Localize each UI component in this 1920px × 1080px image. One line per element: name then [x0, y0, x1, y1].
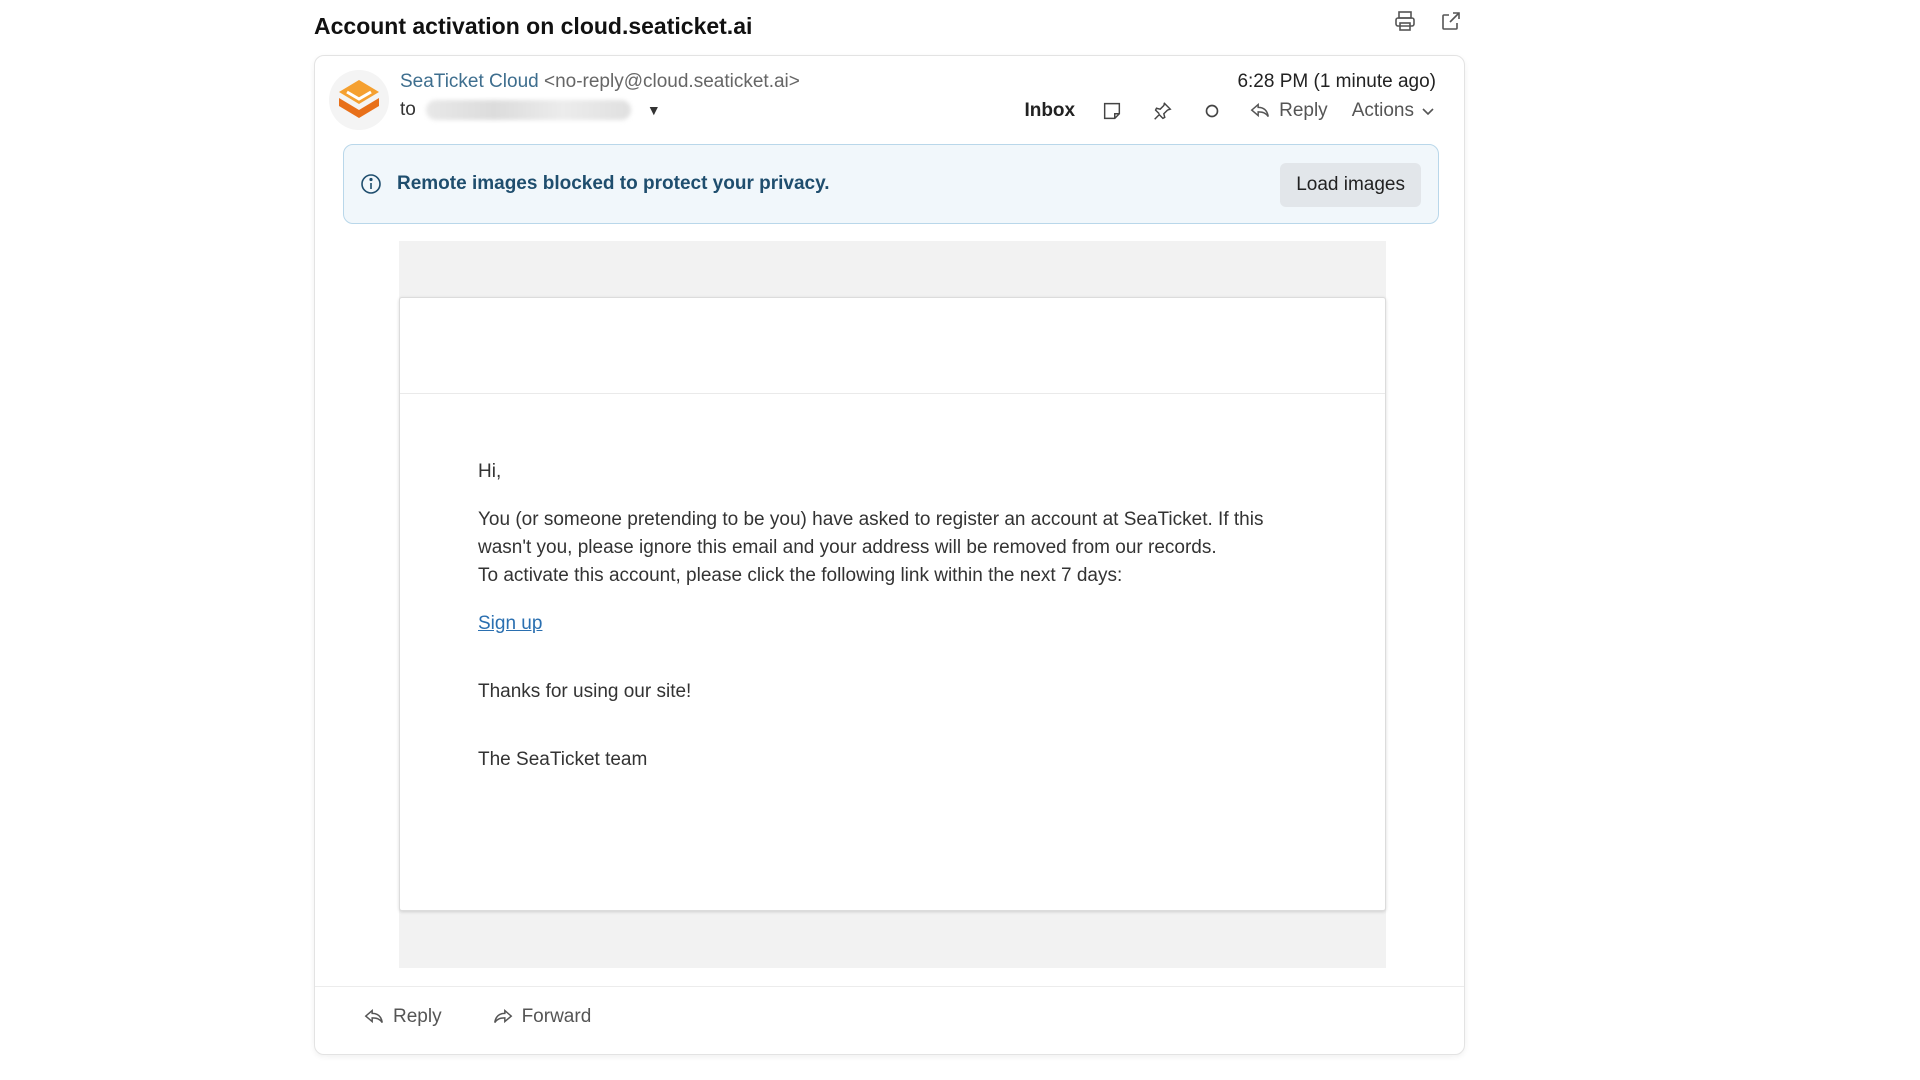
actions-label: Actions — [1351, 100, 1414, 121]
mark-unread-icon[interactable] — [1199, 98, 1225, 124]
forward-icon — [493, 1008, 512, 1024]
actions-menu[interactable]: Actions — [1352, 100, 1436, 122]
footer-divider — [315, 986, 1464, 987]
privacy-banner: Remote images blocked to protect your pr… — [343, 144, 1439, 224]
email-frame: Hi, You (or someone pretending to be you… — [399, 241, 1386, 968]
note-icon[interactable] — [1099, 98, 1125, 124]
info-icon — [361, 174, 381, 194]
top-icons — [1392, 8, 1464, 34]
reply-button[interactable]: Reply — [1249, 100, 1328, 122]
email-header-area — [400, 298, 1385, 394]
email-subject: Account activation on cloud.seaticket.ai — [314, 13, 753, 39]
message-card: SeaTicket Cloud <no-reply@cloud.seaticke… — [314, 55, 1465, 1055]
reply-label: Reply — [1279, 100, 1328, 121]
reply-icon — [364, 1008, 383, 1024]
to-label: to — [400, 99, 416, 120]
greeting: Hi, — [478, 461, 502, 482]
footer-reply-button[interactable]: Reply — [363, 1006, 442, 1028]
load-images-button[interactable]: Load images — [1280, 163, 1421, 207]
pin-icon[interactable] — [1149, 98, 1175, 124]
email-body: Hi, You (or someone pretending to be you… — [399, 297, 1386, 911]
footer-reply-label: Reply — [393, 1006, 442, 1027]
signature: The SeaTicket team — [478, 749, 648, 770]
folder-label[interactable]: Inbox — [1024, 100, 1075, 122]
seaticket-logo-icon — [339, 80, 379, 118]
thanks-text: Thanks for using our site! — [478, 681, 692, 702]
open-external-icon[interactable] — [1438, 8, 1464, 34]
sender-email: <no-reply@cloud.seaticket.ai> — [543, 71, 800, 92]
printer-icon[interactable] — [1392, 8, 1418, 34]
body-paragraph: You (or someone pretending to be you) ha… — [478, 509, 1264, 558]
footer-forward-button[interactable]: Forward — [492, 1006, 592, 1028]
subject-bar: Account activation on cloud.seaticket.ai — [314, 8, 1464, 48]
recipient-address-redacted — [425, 100, 631, 120]
sender-line: SeaTicket Cloud <no-reply@cloud.seaticke… — [400, 71, 800, 93]
reply-icon — [1250, 102, 1270, 118]
signup-link[interactable]: Sign up — [478, 613, 542, 634]
privacy-message: Remote images blocked to protect your pr… — [397, 173, 830, 194]
chevron-down-icon — [1422, 108, 1434, 116]
message-date: 6:28 PM (1 minute ago) — [1237, 71, 1436, 92]
sender-name[interactable]: SeaTicket Cloud — [400, 71, 539, 92]
email-content: Hi, You (or someone pretending to be you… — [478, 458, 1298, 794]
footer-forward-label: Forward — [521, 1006, 592, 1027]
footer-actions: Reply Forward — [363, 1006, 591, 1028]
recipient-dropdown-icon[interactable]: ▼ — [647, 102, 661, 118]
message-actions: Inbox Reply Actions — [1024, 98, 1436, 124]
recipient-line: to ▼ — [400, 99, 661, 121]
avatar — [329, 70, 389, 130]
body-paragraph: To activate this account, please click t… — [478, 565, 1123, 586]
